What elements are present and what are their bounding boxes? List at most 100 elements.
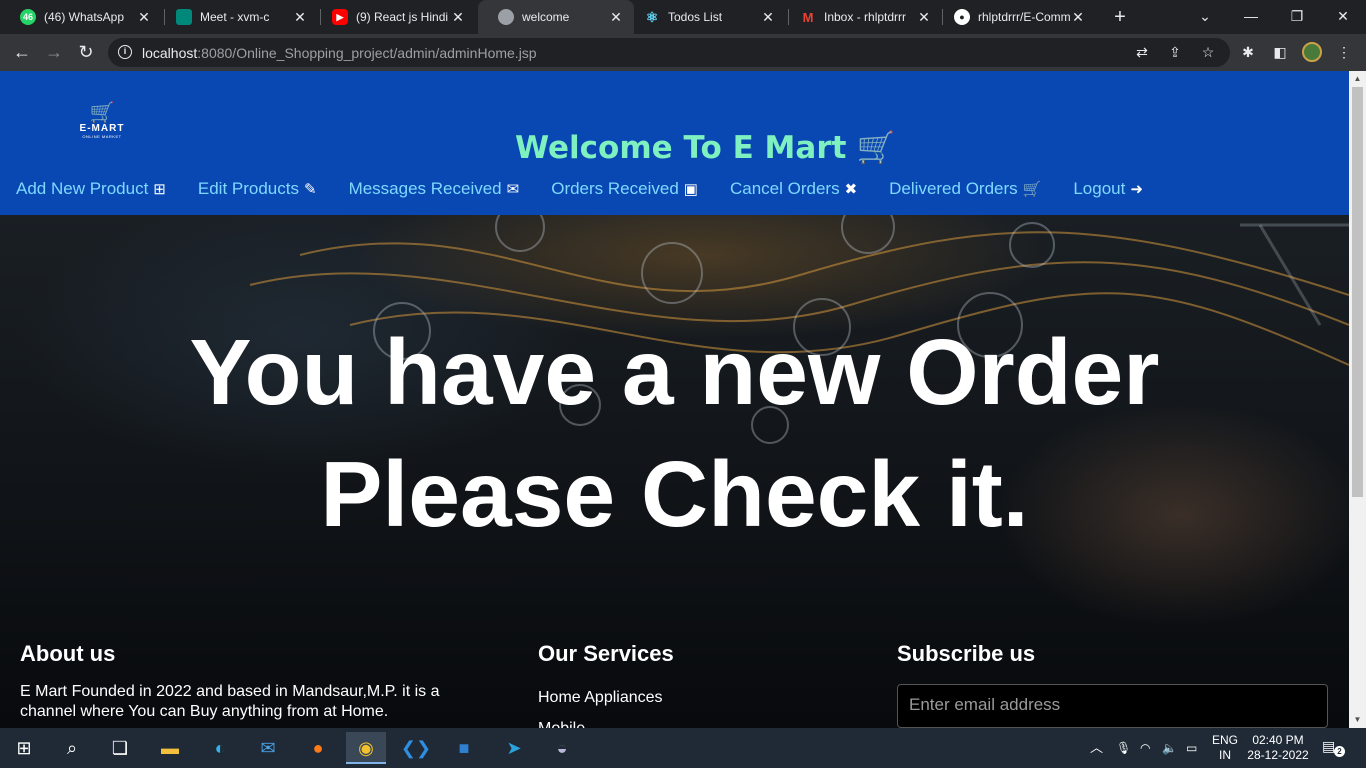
meet-icon bbox=[176, 9, 192, 25]
new-order-message: You have a new Order Please Check it. bbox=[0, 311, 1349, 555]
nav-edit-products[interactable]: Edit Products ✎ bbox=[198, 179, 317, 199]
close-tab-icon[interactable]: ✕ bbox=[450, 9, 466, 26]
volume-icon[interactable]: 🔈 bbox=[1162, 728, 1177, 768]
hero-line-1: You have a new Order bbox=[189, 320, 1160, 424]
eclipse-icon[interactable]: ◒ bbox=[542, 732, 582, 764]
clock[interactable]: 02:40 PM 28-12-2022 bbox=[1246, 733, 1310, 763]
vscode-icon[interactable]: ❮❯ bbox=[396, 732, 436, 764]
back-button[interactable]: ← bbox=[10, 40, 34, 64]
times-icon: ✖ bbox=[844, 181, 858, 198]
close-tab-icon[interactable]: ✕ bbox=[136, 9, 152, 26]
forward-button[interactable]: → bbox=[42, 40, 66, 64]
site-header: 🛒 E-MART ONLINE MARKET Welcome To E Mart… bbox=[0, 71, 1349, 215]
close-tab-icon[interactable]: ✕ bbox=[608, 9, 624, 26]
tab-title: rhlptdrrr/E-Comm bbox=[978, 10, 1070, 24]
restore-button[interactable]: ❐ bbox=[1274, 0, 1320, 34]
notification-count: 2 bbox=[1334, 746, 1345, 757]
site-footer: About us E Mart Founded in 2022 and base… bbox=[0, 635, 1349, 728]
nav-messages-received[interactable]: Messages Received ✉ bbox=[349, 179, 520, 199]
profile-avatar[interactable] bbox=[1302, 42, 1322, 62]
page-scrollbar[interactable]: ▲ ▼ bbox=[1349, 71, 1366, 728]
nav-logout[interactable]: Logout ➜ bbox=[1073, 179, 1143, 199]
tab-whatsapp[interactable]: 46 (46) WhatsApp ✕ bbox=[0, 0, 162, 34]
plus-square-icon: ⊞ bbox=[153, 181, 166, 198]
language-code: ENG bbox=[1212, 733, 1239, 747]
extensions-icon[interactable]: ✱ bbox=[1238, 42, 1258, 62]
tab-title: Todos List bbox=[668, 10, 723, 24]
search-icon[interactable]: ⌕ bbox=[52, 732, 92, 764]
reload-button[interactable]: ↻ bbox=[74, 40, 98, 64]
wifi-icon[interactable]: ◠ bbox=[1140, 728, 1150, 768]
translate-icon[interactable]: ⇄ bbox=[1132, 42, 1152, 62]
share-icon[interactable]: ⇪ bbox=[1165, 42, 1185, 62]
nav-add-new-product[interactable]: Add New Product ⊞ bbox=[16, 179, 166, 199]
hero-line-2: Please Check it. bbox=[320, 442, 1029, 546]
address-bar[interactable]: i localhost:8080/Online_Shopping_project… bbox=[108, 38, 1230, 67]
tab-meet[interactable]: Meet - xvm-c ✕ bbox=[156, 0, 318, 34]
microphone-icon[interactable]: 🎙 bbox=[1116, 728, 1131, 768]
notification-center-icon[interactable]: ▤ 2 bbox=[1322, 738, 1346, 760]
react-icon: ⚛ bbox=[645, 8, 659, 25]
tab-todos[interactable]: ⚛ Todos List ✕ bbox=[624, 0, 786, 34]
minimize-button[interactable]: — bbox=[1228, 0, 1274, 34]
firefox-icon[interactable]: ● bbox=[298, 732, 338, 764]
app-icon[interactable]: ■ bbox=[444, 732, 484, 764]
service-mobile[interactable]: Mobile bbox=[538, 719, 585, 728]
nav-label: Orders Received bbox=[551, 179, 679, 198]
nav-delivered-orders[interactable]: Delivered Orders 🛒 bbox=[889, 179, 1041, 199]
tab-youtube[interactable]: ▶ (9) React js Hindi ✕ bbox=[312, 0, 476, 34]
close-tab-icon[interactable]: ✕ bbox=[1070, 9, 1086, 26]
about-us-heading: About us bbox=[20, 641, 116, 666]
language-indicator[interactable]: ENG IN bbox=[1212, 733, 1238, 763]
archive-icon: ▣ bbox=[683, 181, 698, 198]
menu-icon[interactable]: ⋮ bbox=[1334, 42, 1354, 62]
windows-taskbar: ⊞ ⌕ ❏ ▬ ◐ ✉ ● ◉ ❮❯ ■ ➤ ◒ ︿ 🎙 ◠ 🔈 ▭ ENG I… bbox=[0, 728, 1366, 768]
bookmark-star-icon[interactable]: ☆ bbox=[1198, 42, 1218, 62]
windows-start-icon[interactable]: ⊞ bbox=[4, 732, 44, 764]
sign-out-icon: ➜ bbox=[1130, 181, 1143, 198]
scroll-down-arrow-icon[interactable]: ▼ bbox=[1349, 712, 1366, 728]
youtube-icon: ▶ bbox=[332, 9, 348, 25]
file-explorer-icon[interactable]: ▬ bbox=[150, 732, 190, 764]
shopping-cart-icon: 🛒 bbox=[856, 130, 896, 166]
close-tab-icon[interactable]: ✕ bbox=[292, 9, 308, 26]
close-tab-icon[interactable]: ✕ bbox=[916, 9, 932, 26]
scrollbar-thumb[interactable] bbox=[1352, 87, 1363, 497]
nav-orders-received[interactable]: Orders Received ▣ bbox=[551, 179, 698, 199]
admin-nav: Add New Product ⊞ Edit Products ✎ Messages… bbox=[16, 179, 1175, 199]
site-info-icon[interactable]: i bbox=[118, 45, 132, 59]
telegram-icon[interactable]: ➤ bbox=[494, 732, 534, 764]
tray-chevron-icon[interactable]: ︿ bbox=[1090, 728, 1103, 768]
tab-title: (9) React js Hindi bbox=[356, 10, 449, 24]
browser-toolbar: ← → ↻ i localhost:8080/Online_Shopping_p… bbox=[0, 34, 1366, 71]
logo-cart-icon: 🛒 bbox=[89, 102, 115, 124]
side-panel-icon[interactable]: ◧ bbox=[1270, 42, 1290, 62]
nav-label: Cancel Orders bbox=[729, 179, 840, 198]
task-view-icon[interactable]: ❏ bbox=[100, 732, 140, 764]
nav-label: Add New Product bbox=[16, 179, 149, 198]
close-window-button[interactable]: ✕ bbox=[1320, 0, 1366, 34]
close-tab-icon[interactable]: ✕ bbox=[760, 9, 776, 26]
tab-gmail[interactable]: M Inbox - rhlptdrrr ✕ bbox=[780, 0, 942, 34]
edge-icon[interactable]: ◐ bbox=[200, 732, 240, 764]
nav-cancel-orders[interactable]: Cancel Orders ✖ bbox=[730, 179, 857, 199]
url-text[interactable]: localhost:8080/Online_Shopping_project/a… bbox=[142, 45, 537, 61]
service-home-appliances[interactable]: Home Appliances bbox=[538, 688, 663, 708]
region-code: IN bbox=[1219, 748, 1231, 762]
nav-label: Delivered Orders bbox=[889, 179, 1018, 198]
tab-strip: 46 (46) WhatsApp ✕ Meet - xvm-c ✕ ▶ (9) … bbox=[0, 0, 1366, 34]
tab-title: Inbox - rhlptdrrr bbox=[824, 10, 907, 24]
tab-welcome[interactable]: welcome ✕ bbox=[478, 0, 634, 34]
nav-label: Messages Received bbox=[348, 179, 502, 198]
email-field[interactable]: Enter email address bbox=[897, 684, 1328, 728]
new-tab-button[interactable]: + bbox=[1108, 5, 1132, 29]
battery-icon[interactable]: ▭ bbox=[1186, 728, 1197, 768]
tab-search-icon[interactable]: ⌄ bbox=[1182, 0, 1228, 34]
chrome-icon[interactable]: ◉ bbox=[346, 732, 386, 764]
github-icon: ● bbox=[954, 9, 970, 25]
envelope-icon: ✉ bbox=[506, 181, 520, 198]
tab-github[interactable]: ● rhlptdrrr/E-Comm ✕ bbox=[934, 0, 1096, 34]
scroll-up-arrow-icon[interactable]: ▲ bbox=[1349, 71, 1366, 87]
mail-icon[interactable]: ✉ bbox=[248, 732, 288, 764]
whatsapp-icon: 46 bbox=[20, 9, 36, 25]
